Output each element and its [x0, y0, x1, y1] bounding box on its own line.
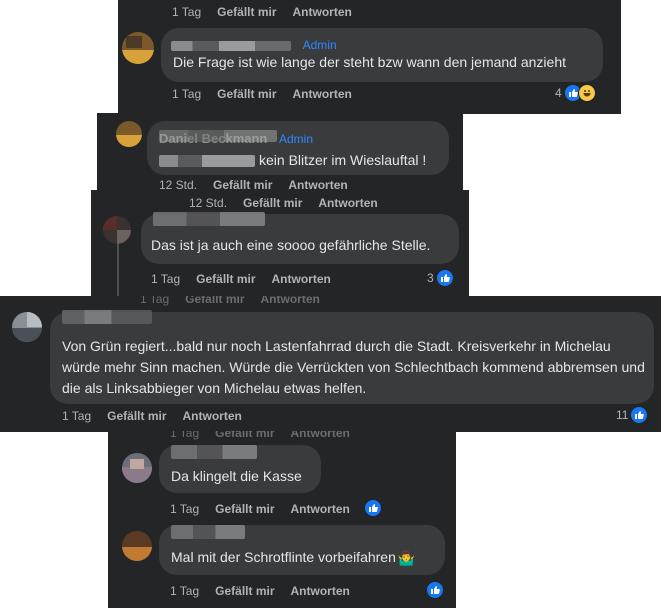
reply-action[interactable]: Antworten	[293, 5, 352, 19]
like-icon	[630, 406, 649, 424]
blurred-text	[159, 155, 255, 167]
comment-meta: 1 Tag Gefällt mir Antworten	[172, 87, 368, 101]
reply-action[interactable]: Antworten	[293, 87, 352, 101]
reply-action[interactable]: Antworten	[183, 409, 242, 423]
reaction-summary[interactable]: 3	[427, 269, 454, 287]
reply-action[interactable]: Antworten	[291, 584, 350, 598]
comment-meta-top: 1 Tag Gefällt mir Antworten	[170, 431, 366, 440]
blurred-name	[153, 212, 265, 226]
reaction-summary[interactable]	[364, 499, 382, 517]
comment-meta: 1 Tag Gefällt mir Antworten	[151, 272, 347, 286]
reaction-count: 4	[555, 86, 562, 100]
comment-time: 1 Tag	[172, 87, 202, 101]
thread-line	[117, 242, 119, 298]
reply-action[interactable]: Antworten	[291, 431, 350, 440]
blurred-name	[62, 310, 152, 324]
avatar[interactable]	[122, 531, 152, 561]
comment-time: 1 Tag	[172, 5, 202, 19]
like-action[interactable]: Gefällt mir	[196, 272, 255, 286]
reaction-count: 3	[427, 271, 434, 285]
reply-action[interactable]: Antworten	[261, 296, 320, 306]
reaction-summary[interactable]	[426, 581, 444, 599]
comment-time: 12 Std.	[189, 196, 228, 210]
like-action[interactable]: Gefällt mir	[243, 196, 302, 210]
comment-screenshot-4: 1 Tag Gefällt mir Antworten Von Grün regie…	[0, 296, 661, 432]
comment-time: 1 Tag	[62, 409, 92, 423]
comment-text-body: Mal mit der Schrotflinte vorbeifahren	[171, 549, 396, 565]
blurred-name	[171, 525, 245, 539]
comment-meta-top: 12 Std. Gefällt mir Antworten	[189, 196, 394, 210]
reaction-summary[interactable]: 4	[555, 84, 596, 102]
comment-meta-top: 1 Tag Gefällt mir Antworten	[172, 5, 368, 19]
like-action[interactable]: Gefällt mir	[185, 296, 244, 306]
comment-bubble: Admin Die Frage ist wie lange der steht …	[161, 28, 603, 82]
comment-screenshot-2: Daniel Beckmann Admin kein Blitzer im Wi…	[97, 113, 463, 196]
avatar[interactable]	[122, 453, 152, 483]
comment-author[interactable]: Admin	[161, 37, 337, 52]
like-action[interactable]: Gefällt mir	[215, 502, 274, 516]
comment-bubble: Mal mit der Schrotflinte vorbeifahren 🤷‍♂…	[159, 525, 445, 575]
comment-meta: 1 Tag Gefällt mir Antworten	[170, 584, 366, 598]
shrug-emoji: 🤷‍♂️	[397, 549, 416, 566]
admin-badge: Admin	[302, 38, 337, 52]
comment-bubble: Daniel Beckmann Admin kein Blitzer im Wi…	[147, 121, 449, 175]
comment-time: 1 Tag	[170, 502, 200, 516]
comment-screenshot-5: 1 Tag Gefällt mir Antworten Da klingelt di…	[108, 431, 456, 608]
comment-meta: 1 Tag Gefällt mir Antworten	[62, 409, 258, 423]
comment-text: kein Blitzer im Wieslauftal !	[259, 152, 427, 168]
comment-bubble: Das ist ja auch eine soooo gefährliche S…	[141, 212, 459, 264]
comment-screenshot-3: 12 Std. Gefällt mir Antworten Das ist ja a…	[91, 190, 469, 298]
like-action[interactable]: Gefällt mir	[215, 584, 274, 598]
reaction-count: 11	[616, 408, 629, 422]
comment-time: 1 Tag	[151, 272, 181, 286]
blurred-name	[171, 40, 291, 51]
blurred-name	[159, 130, 277, 142]
avatar[interactable]	[122, 32, 154, 64]
comment-meta: 1 Tag Gefällt mir Antworten	[170, 502, 366, 516]
avatar[interactable]	[116, 121, 142, 147]
comment-text: Mal mit der Schrotflinte vorbeifahren 🤷‍♂…	[171, 547, 415, 569]
comment-bubble: Von Grün regiert...bald nur noch Lastenf…	[50, 310, 654, 404]
comment-time: 1 Tag	[140, 296, 170, 306]
blurred-name	[171, 445, 257, 459]
admin-badge: Admin	[279, 132, 314, 146]
like-icon	[435, 269, 454, 287]
comment-time: 1 Tag	[170, 584, 200, 598]
comment-text: Die Frage ist wie lange der steht bzw wa…	[173, 54, 566, 70]
comment-text: Da klingelt die Kasse	[171, 468, 302, 484]
haha-icon	[577, 84, 596, 102]
reply-action[interactable]: Antworten	[318, 196, 377, 210]
comment-screenshot-1: 1 Tag Gefällt mir Antworten Admin Die Frag…	[118, 0, 621, 114]
comment-meta-top: 1 Tag Gefällt mir Antworten	[140, 296, 336, 306]
comment-bubble: Da klingelt die Kasse	[159, 445, 321, 493]
like-action[interactable]: Gefällt mir	[215, 431, 274, 440]
reaction-summary[interactable]: 11	[616, 406, 649, 424]
avatar[interactable]	[103, 216, 131, 244]
like-icon	[426, 581, 444, 599]
comment-text: Das ist ja auch eine soooo gefährliche S…	[151, 237, 431, 253]
like-action[interactable]: Gefällt mir	[217, 87, 276, 101]
reply-action[interactable]: Antworten	[272, 272, 331, 286]
like-action[interactable]: Gefällt mir	[107, 409, 166, 423]
reply-action[interactable]: Antworten	[291, 502, 350, 516]
like-action[interactable]: Gefällt mir	[217, 5, 276, 19]
comment-time: 1 Tag	[170, 431, 200, 440]
like-icon	[364, 499, 382, 517]
comment-text: Von Grün regiert...bald nur noch Lastenf…	[62, 338, 645, 396]
avatar[interactable]	[12, 312, 42, 342]
